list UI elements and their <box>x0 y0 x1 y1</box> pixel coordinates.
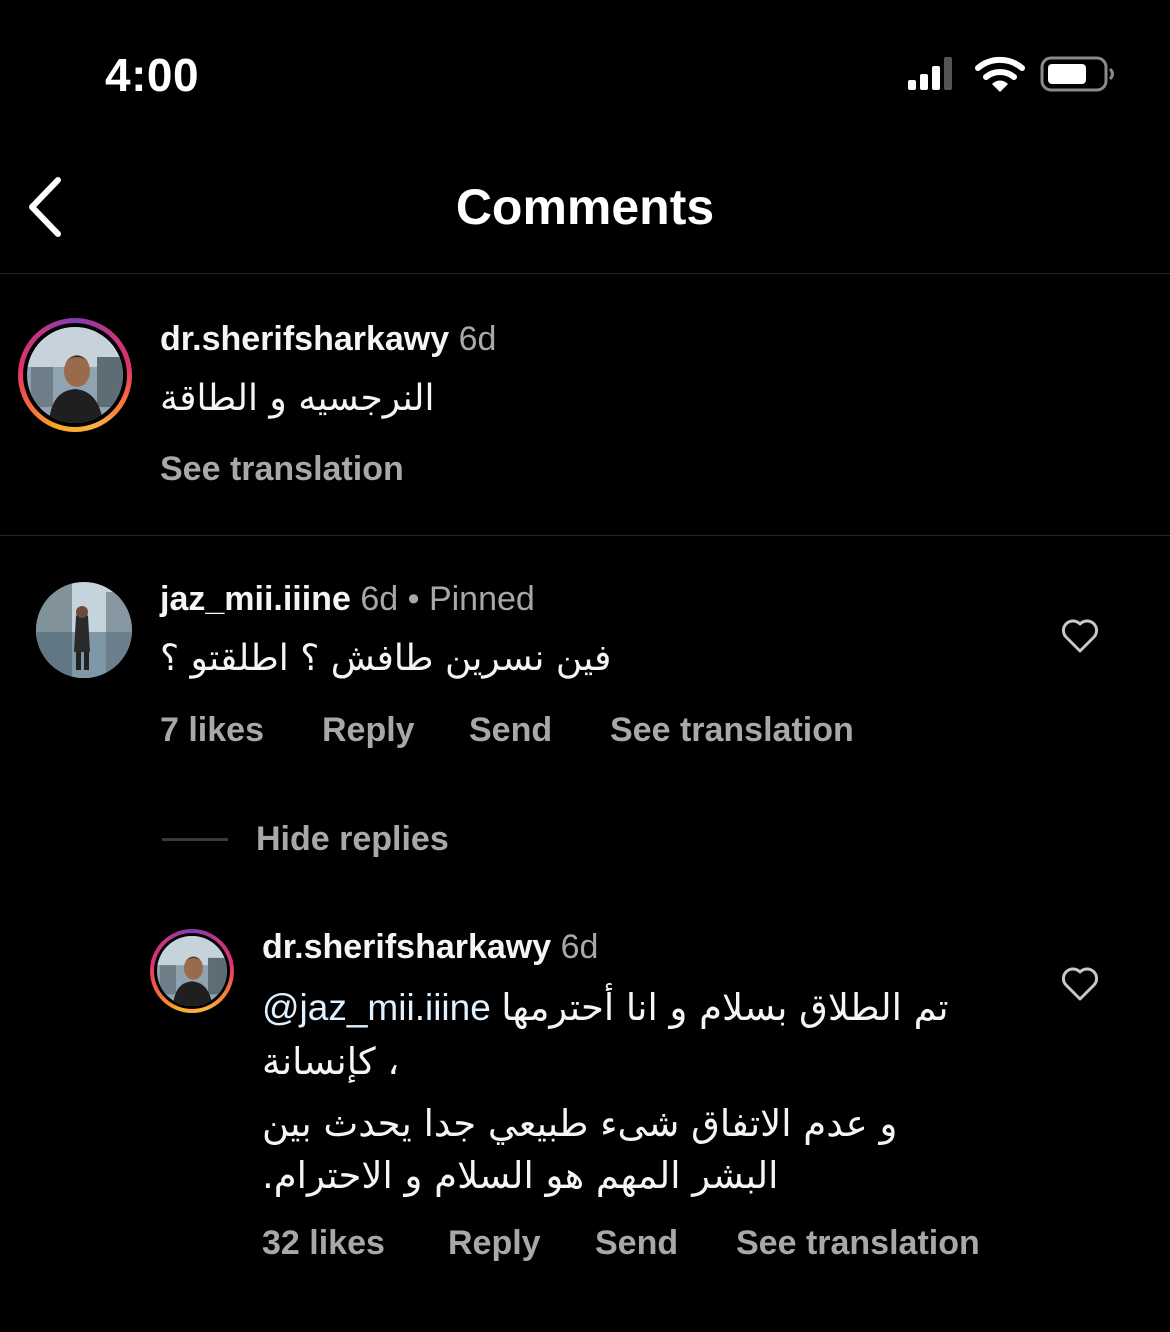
hide-replies-button[interactable]: Hide replies <box>256 820 449 859</box>
replies-line <box>162 838 228 841</box>
comment-time: 6d <box>360 580 399 618</box>
caption-text: النرجسيه و الطاقة <box>160 378 435 419</box>
battery-icon <box>1040 56 1114 92</box>
reply-like-button[interactable] <box>1060 966 1100 1002</box>
see-translation-button[interactable]: See translation <box>610 711 854 750</box>
caption-avatar[interactable] <box>18 318 132 432</box>
reply-avatar[interactable] <box>150 929 234 1013</box>
comment-username[interactable]: jaz_mii.iiine <box>160 580 351 618</box>
reply-time: 6d <box>560 928 599 966</box>
caption-header: dr.sherifsharkawy 6d <box>160 320 496 359</box>
reply-text-line1: @jaz_mii.iiine تم الطلاق بسلام و انا أحت… <box>262 986 949 1029</box>
caption-divider <box>0 535 1170 536</box>
reply-mention[interactable]: @jaz_mii.iiine <box>262 987 491 1028</box>
comment-likes[interactable]: 7 likes <box>160 711 264 750</box>
reply-button[interactable]: Reply <box>322 711 415 750</box>
header-divider <box>0 273 1170 274</box>
like-button[interactable] <box>1060 618 1100 654</box>
wifi-icon <box>975 56 1025 92</box>
reply-send-button[interactable]: Send <box>595 1224 678 1263</box>
profile-photo <box>27 327 123 423</box>
comment-avatar[interactable] <box>36 582 132 678</box>
caption-see-translation[interactable]: See translation <box>160 450 404 489</box>
reply-username[interactable]: dr.sherifsharkawy <box>262 928 551 966</box>
reply-reply-button[interactable]: Reply <box>448 1224 541 1263</box>
signal-icon <box>908 57 952 90</box>
status-icons <box>900 52 1120 96</box>
reply-likes[interactable]: 32 likes <box>262 1224 385 1263</box>
caption-time: 6d <box>458 320 497 358</box>
reply-text-line2: ، كإنسانة <box>262 1040 400 1083</box>
reply-text-part1: تم الطلاق بسلام و انا أحترمها <box>501 986 949 1029</box>
profile-photo <box>36 582 132 678</box>
heart-icon <box>1061 967 1099 1001</box>
comment-text: فين نسرين طافش ؟ اطلقتو ؟ <box>160 638 612 679</box>
status-time: 4:00 <box>105 49 200 101</box>
pinned-separator: • <box>407 580 420 618</box>
reply-text-line4: البشر المهم هو السلام و الاحترام. <box>262 1154 779 1197</box>
comment-header: jaz_mii.iiine 6d • Pinned <box>160 580 535 619</box>
pinned-label: Pinned <box>428 580 535 618</box>
send-button[interactable]: Send <box>469 711 552 750</box>
heart-icon <box>1061 619 1099 653</box>
caption-username[interactable]: dr.sherifsharkawy <box>160 320 449 358</box>
page-title: Comments <box>455 179 715 235</box>
reply-text-line3: و عدم الاتفاق شىء طبيعي جدا يحدث بين <box>262 1102 898 1145</box>
profile-photo <box>157 936 227 1006</box>
reply-see-translation-button[interactable]: See translation <box>736 1224 980 1263</box>
reply-header: dr.sherifsharkawy 6d <box>262 928 598 967</box>
